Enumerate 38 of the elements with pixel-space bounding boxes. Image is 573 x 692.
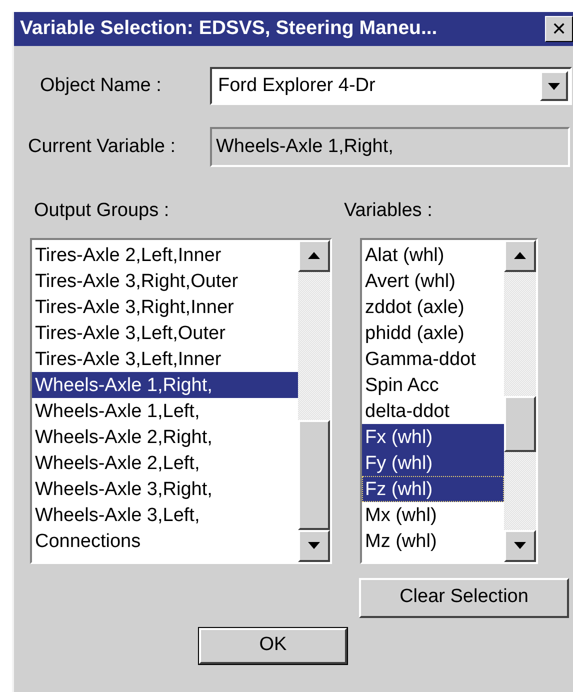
list-item[interactable]: Fx (whl) bbox=[362, 424, 504, 450]
list-item[interactable]: Wheels-Axle 3,Left, bbox=[32, 502, 298, 528]
list-item[interactable]: Gamma-ddot bbox=[362, 346, 504, 372]
field-label: Object Name : bbox=[39, 74, 162, 98]
scroll-thumb[interactable] bbox=[504, 396, 536, 452]
list-item[interactable]: Tires-Axle 3,Right,Inner bbox=[32, 294, 298, 320]
list-item[interactable]: Wheels-Axle 1,Right, bbox=[32, 372, 298, 398]
list-item[interactable]: Connections bbox=[32, 528, 298, 554]
list-item[interactable]: Wheels-Axle 1,Left, bbox=[32, 398, 298, 424]
list-item[interactable]: Tires-Axle 2,Left,Inner bbox=[32, 242, 298, 268]
list-item[interactable]: Alat (whl) bbox=[362, 242, 504, 268]
clear-selection-button[interactable]: Clear Selection bbox=[359, 578, 569, 618]
list-item[interactable]: Mz (whl) bbox=[362, 528, 504, 554]
current-variable-field: Wheels-Axle 1,Right, bbox=[210, 127, 570, 167]
list-item[interactable]: Tires-Axle 3,Right,Outer bbox=[32, 268, 298, 294]
list-item[interactable]: Avert (whl) bbox=[362, 268, 504, 294]
list-item[interactable]: Tires-Axle 3,Left,Inner bbox=[32, 346, 298, 372]
object-name-dropdown[interactable]: Ford Explorer 4-Dr bbox=[210, 67, 572, 105]
close-button[interactable]: ✕ bbox=[545, 16, 573, 42]
ok-button[interactable]: OK bbox=[199, 628, 347, 664]
scrollbar[interactable] bbox=[298, 240, 330, 562]
list-label: Output Groups : bbox=[33, 199, 170, 223]
list-item[interactable]: Spin Acc bbox=[362, 372, 504, 398]
list-item[interactable]: phidd (axle) bbox=[362, 320, 504, 346]
list-label: Variables : bbox=[344, 199, 432, 223]
list-item[interactable]: Wheels-Axle 2,Left, bbox=[32, 450, 298, 476]
list-item[interactable]: Wheels-Axle 2,Right, bbox=[32, 424, 298, 450]
list-item[interactable]: Tires-Axle 3,Left,Outer bbox=[32, 320, 298, 346]
list-item[interactable]: Mx (whl) bbox=[362, 502, 504, 528]
field-label: Current Variable : bbox=[27, 134, 176, 159]
list-item[interactable]: zddot (axle) bbox=[362, 294, 504, 320]
scroll-thumb[interactable] bbox=[298, 420, 330, 530]
list-item[interactable]: Fy (whl) bbox=[362, 450, 504, 476]
list-item[interactable]: delta-ddot bbox=[362, 398, 504, 424]
list-item[interactable]: Fz (whl) bbox=[362, 476, 504, 502]
scrollbar[interactable] bbox=[504, 240, 536, 562]
list-item[interactable]: Wheels-Axle 3,Right, bbox=[32, 476, 298, 502]
window-title: Variable Selection: EDSVS, Steering Maneu... bbox=[20, 16, 438, 42]
